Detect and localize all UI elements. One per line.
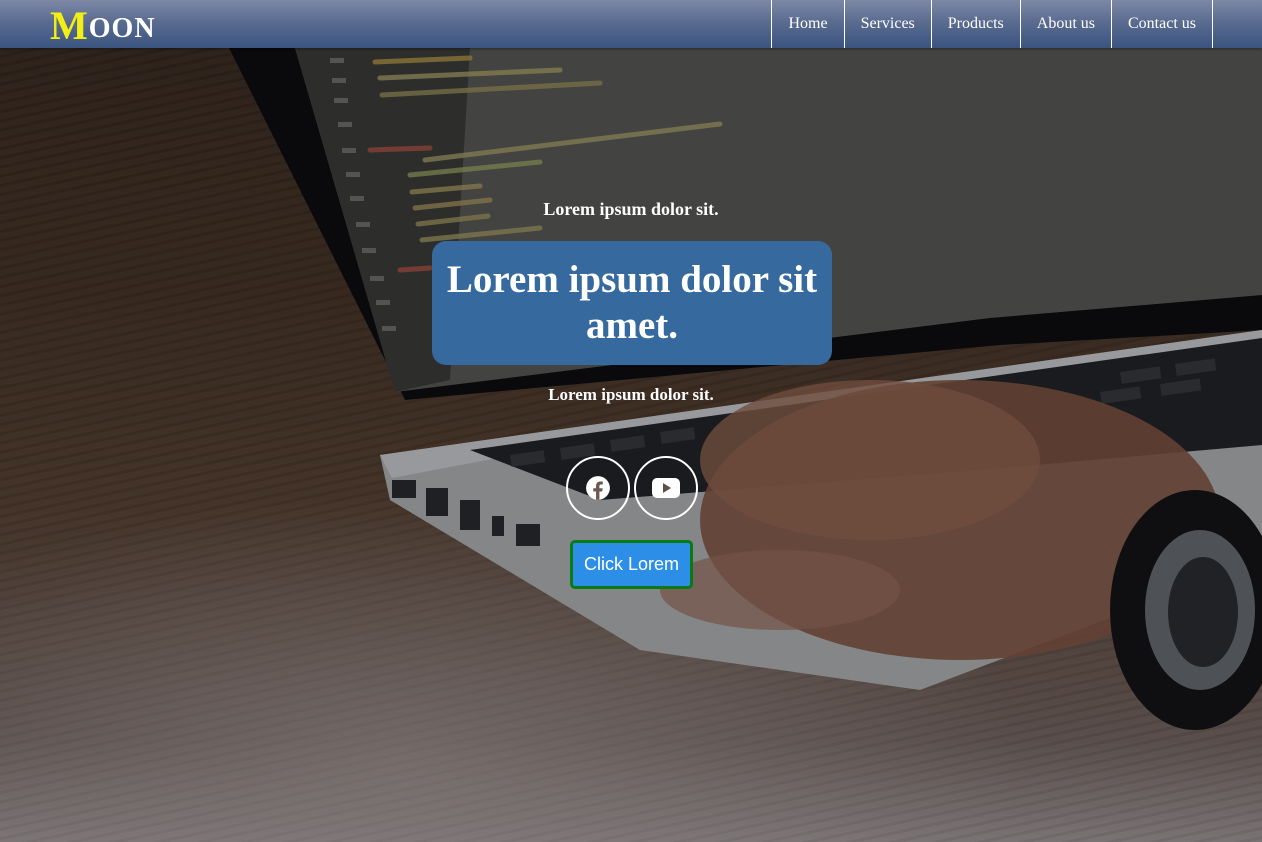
youtube-icon — [652, 478, 680, 498]
top-navbar: M OON Home Services Products About us Co… — [0, 0, 1262, 48]
nav-link-contact-us[interactable]: Contact us — [1112, 0, 1213, 48]
hero-headline-box: Lorem ipsum dolor sit amet. — [432, 241, 832, 365]
hero-headline: Lorem ipsum dolor sit amet. — [446, 258, 818, 347]
hero-kicker-bottom: Lorem ipsum dolor sit. — [548, 385, 714, 404]
nav-link-services[interactable]: Services — [845, 0, 932, 48]
hero-content: Lorem ipsum dolor sit. Lorem ipsum dolor… — [0, 0, 1262, 842]
nav-link-home[interactable]: Home — [772, 0, 845, 48]
brand-logo[interactable]: M OON — [50, 2, 156, 46]
nav-link-about-us[interactable]: About us — [1021, 0, 1112, 48]
click-lorem-button[interactable]: Click Lorem — [570, 540, 693, 589]
hero-kicker-top: Lorem ipsum dolor sit. — [543, 199, 719, 219]
nav-link-products[interactable]: Products — [932, 0, 1021, 48]
main-nav: Home Services Products About us Contact … — [771, 0, 1213, 48]
youtube-link[interactable] — [634, 456, 698, 520]
brand-logo-initial: M — [50, 3, 89, 48]
facebook-link[interactable] — [566, 456, 630, 520]
brand-logo-text: OON — [88, 13, 156, 44]
facebook-icon — [586, 476, 610, 500]
